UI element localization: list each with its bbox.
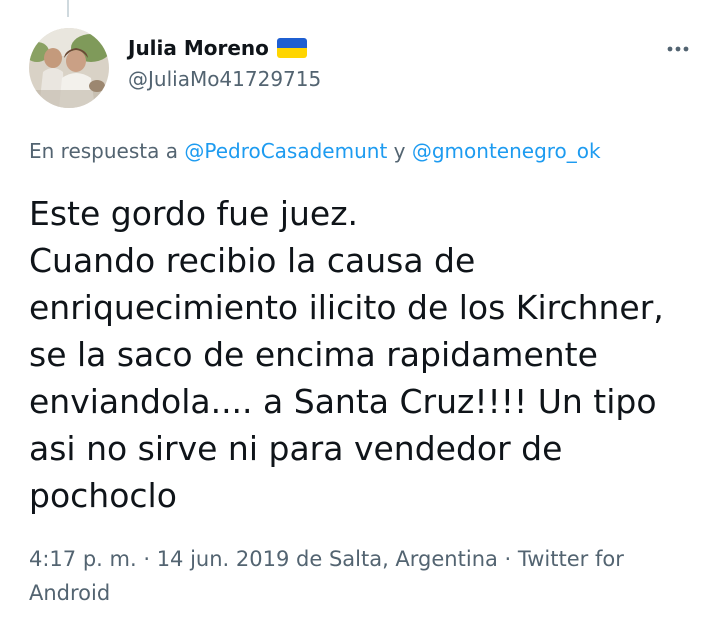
avatar[interactable] bbox=[29, 28, 109, 108]
more-options-button[interactable] bbox=[660, 34, 696, 64]
user-handle[interactable]: @JuliaMo41729715 bbox=[128, 64, 321, 94]
tweet-metadata: 4:17 p. m. · 14 jun. 2019 de Salta, Arge… bbox=[29, 542, 669, 610]
display-name-row: Julia Moreno bbox=[128, 33, 321, 63]
display-name[interactable]: Julia Moreno bbox=[128, 33, 269, 63]
meta-separator: · bbox=[136, 547, 157, 571]
tweet-timestamp-time[interactable]: 4:17 p. m. bbox=[29, 547, 137, 571]
mention-link-2[interactable]: @gmontenegro_ok bbox=[412, 139, 601, 163]
meta-separator: · bbox=[497, 547, 518, 571]
mention-link-1[interactable]: @PedroCasademunt bbox=[184, 139, 387, 163]
reply-context: En respuesta a @PedroCasademunt y @gmont… bbox=[29, 136, 601, 166]
tweet-text: Este gordo fue juez. Cuando recibio la c… bbox=[29, 194, 664, 515]
reply-prefix: En respuesta a bbox=[29, 139, 185, 163]
reply-joiner: y bbox=[387, 139, 412, 163]
ukraine-flag-icon bbox=[276, 38, 307, 58]
tweet-timestamp-date[interactable]: 14 jun. 2019 bbox=[157, 547, 290, 571]
more-horizontal-icon bbox=[667, 46, 689, 52]
avatar-image bbox=[29, 28, 109, 108]
user-name-block[interactable]: Julia Moreno @JuliaMo41729715 bbox=[128, 33, 321, 94]
thread-connector-line bbox=[67, 0, 69, 17]
tweet-location[interactable]: de Salta, Argentina bbox=[289, 547, 498, 571]
